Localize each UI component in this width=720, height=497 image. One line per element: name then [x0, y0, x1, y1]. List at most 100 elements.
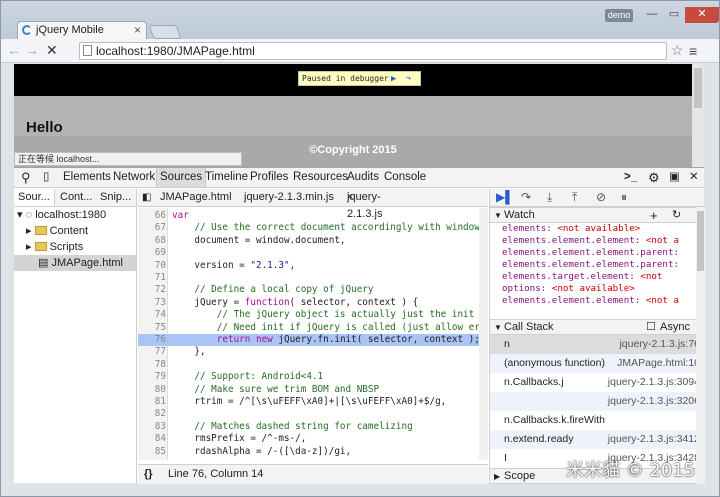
- line-number[interactable]: 71: [138, 272, 166, 284]
- watch-expression[interactable]: elements.target.element: <not: [490, 271, 704, 283]
- code-editor[interactable]: 66 var 67 // Use the correct document acco…: [138, 208, 488, 460]
- tab-elements[interactable]: Elements: [63, 168, 111, 187]
- new-tab-button[interactable]: [148, 25, 182, 39]
- watch-expression[interactable]: elements: <not available>: [490, 223, 704, 235]
- callstack-frame[interactable]: n.extend.ready jquery-2.1.3.js:3412: [490, 430, 704, 449]
- line-number[interactable]: 66: [138, 210, 166, 222]
- line-number[interactable]: 72: [138, 284, 166, 296]
- code-line[interactable]: 78: [138, 359, 488, 371]
- frame-location[interactable]: JMAPage.html:10: [617, 354, 700, 373]
- line-number[interactable]: 79: [138, 371, 166, 383]
- line-number[interactable]: 70: [138, 260, 166, 272]
- code-line[interactable]: 69: [138, 247, 488, 259]
- tree-folder-scripts[interactable]: ▸ Scripts: [14, 239, 136, 255]
- code-line[interactable]: 72 // Define a local copy of jQuery: [138, 284, 488, 296]
- line-number[interactable]: 74: [138, 309, 166, 321]
- tab-resources[interactable]: Resources: [293, 168, 348, 187]
- code-line[interactable]: 82: [138, 408, 488, 420]
- code-line[interactable]: 68 document = window.document,: [138, 235, 488, 247]
- sidebar-scrollbar[interactable]: [696, 207, 705, 484]
- line-number[interactable]: 76: [138, 334, 166, 346]
- tab-sources-nav[interactable]: Sour...: [14, 189, 55, 206]
- step-into-icon[interactable]: ⤓: [547, 189, 552, 206]
- tab-snippets[interactable]: Snip...: [100, 189, 131, 206]
- code-line[interactable]: 83 // Matches dashed string for camelizi…: [138, 421, 488, 433]
- tab-content-scripts[interactable]: Cont...: [60, 189, 92, 206]
- maximize-icon[interactable]: ▭: [663, 7, 685, 23]
- code-line[interactable]: 81 rtrim = /^[\s\uFEFF\xA0]+|[\s\uFEFF\x…: [138, 396, 488, 408]
- line-number[interactable]: 78: [138, 359, 166, 371]
- code-line[interactable]: 75 // Need init if jQuery is called (jus…: [138, 322, 488, 334]
- tree-file[interactable]: ▤ JMAPage.html: [14, 255, 136, 271]
- code-line[interactable]: 77 },: [138, 346, 488, 358]
- stop-icon[interactable]: ✕: [46, 42, 58, 59]
- async-checkbox[interactable]: ☐: [646, 320, 656, 335]
- code-line[interactable]: 85 rdashAlpha = /-([\da-z])/gi,: [138, 446, 488, 458]
- frame-location[interactable]: jquery-2.1.3.js:3206: [608, 392, 700, 411]
- watch-expression[interactable]: elements.element.element.parent:: [490, 247, 704, 259]
- callstack-frame[interactable]: jquery-2.1.3.js:3206: [490, 392, 704, 411]
- line-number[interactable]: 68: [138, 235, 166, 247]
- tab-timeline[interactable]: Timeline: [205, 168, 248, 187]
- code-line[interactable]: 66 var: [138, 210, 488, 222]
- toggle-navigator-icon[interactable]: ◧: [142, 189, 151, 206]
- watch-expression[interactable]: elements.element.element.parent:: [490, 259, 704, 271]
- step-over-icon[interactable]: ↷: [521, 189, 531, 206]
- pretty-print-icon[interactable]: {}: [144, 465, 153, 484]
- dock-icon[interactable]: ▣: [669, 168, 680, 187]
- forward-icon[interactable]: →: [25, 42, 39, 58]
- browser-tab[interactable]: jQuery Mobile ×: [17, 21, 147, 39]
- line-number[interactable]: 73: [138, 297, 166, 309]
- line-number[interactable]: 80: [138, 384, 166, 396]
- close-window-icon[interactable]: ✕: [685, 7, 719, 23]
- inspect-icon[interactable]: ⚲: [21, 168, 31, 187]
- resume-icon[interactable]: ▶: [391, 73, 396, 86]
- tab-network[interactable]: Network: [113, 168, 155, 187]
- console-drawer-icon[interactable]: >_: [624, 168, 637, 187]
- frame-location[interactable]: jquery-2.1.3.js:76: [619, 335, 700, 354]
- close-file-icon[interactable]: ×: [347, 189, 353, 206]
- menu-icon[interactable]: ≡: [689, 43, 697, 59]
- line-number[interactable]: 69: [138, 247, 166, 259]
- bookmark-star-icon[interactable]: ☆: [671, 42, 684, 59]
- frame-location[interactable]: jquery-2.1.3.js:3412: [608, 430, 700, 449]
- file-tab-jmapage[interactable]: JMAPage.html: [160, 189, 232, 206]
- line-number[interactable]: 75: [138, 322, 166, 334]
- line-number[interactable]: 67: [138, 222, 166, 234]
- page-scrollbar[interactable]: [692, 64, 704, 167]
- line-number[interactable]: 82: [138, 408, 166, 420]
- tree-host[interactable]: ▾ ◌ localhost:1980: [14, 207, 136, 223]
- back-icon[interactable]: ←: [7, 42, 21, 58]
- tree-folder-content[interactable]: ▸ Content: [14, 223, 136, 239]
- watch-header[interactable]: ▼ Watch + ↻: [490, 207, 704, 223]
- close-devtools-icon[interactable]: ✕: [689, 168, 699, 187]
- callstack-header[interactable]: ▼ Call Stack ☐ Async: [490, 319, 704, 335]
- tab-audits[interactable]: Audits: [347, 168, 379, 187]
- code-line[interactable]: 67 // Use the correct document according…: [138, 222, 488, 234]
- line-number[interactable]: 77: [138, 346, 166, 358]
- code-line[interactable]: 71: [138, 272, 488, 284]
- watch-expression[interactable]: elements.element.element: <not a: [490, 235, 704, 247]
- add-watch-icon[interactable]: +: [650, 208, 658, 223]
- pause-exceptions-icon[interactable]: ⏸: [621, 189, 627, 206]
- code-line[interactable]: 80 // Make sure we trim BOM and NBSP: [138, 384, 488, 396]
- refresh-icon[interactable]: ↻: [672, 208, 681, 223]
- code-line[interactable]: 73 jQuery = function( selector, context …: [138, 297, 488, 309]
- settings-gear-icon[interactable]: ⚙: [648, 168, 660, 187]
- profile-badge[interactable]: demo: [605, 9, 633, 22]
- code-line[interactable]: 74 // The jQuery object is actually just…: [138, 309, 488, 321]
- minimize-icon[interactable]: —: [641, 7, 663, 23]
- editor-scrollbar[interactable]: [479, 208, 488, 460]
- device-mode-icon[interactable]: ▯: [43, 168, 49, 187]
- code-line[interactable]: 76 return new jQuery.fn.init( selector, …: [138, 334, 488, 346]
- tab-console[interactable]: Console: [384, 168, 426, 187]
- code-line[interactable]: 84 rmsPrefix = /^-ms-/,: [138, 433, 488, 445]
- watch-expression[interactable]: elements.element.element: <not a: [490, 295, 704, 307]
- step-over-icon[interactable]: ↷: [406, 73, 411, 86]
- line-number[interactable]: 85: [138, 446, 166, 458]
- frame-location[interactable]: jquery-2.1.3.js:3094: [608, 373, 700, 392]
- line-number[interactable]: 84: [138, 433, 166, 445]
- address-bar[interactable]: localhost:1980/JMAPage.html: [79, 42, 667, 60]
- resume-icon[interactable]: ▶▌: [496, 189, 514, 206]
- step-out-icon[interactable]: ⤒: [572, 189, 577, 206]
